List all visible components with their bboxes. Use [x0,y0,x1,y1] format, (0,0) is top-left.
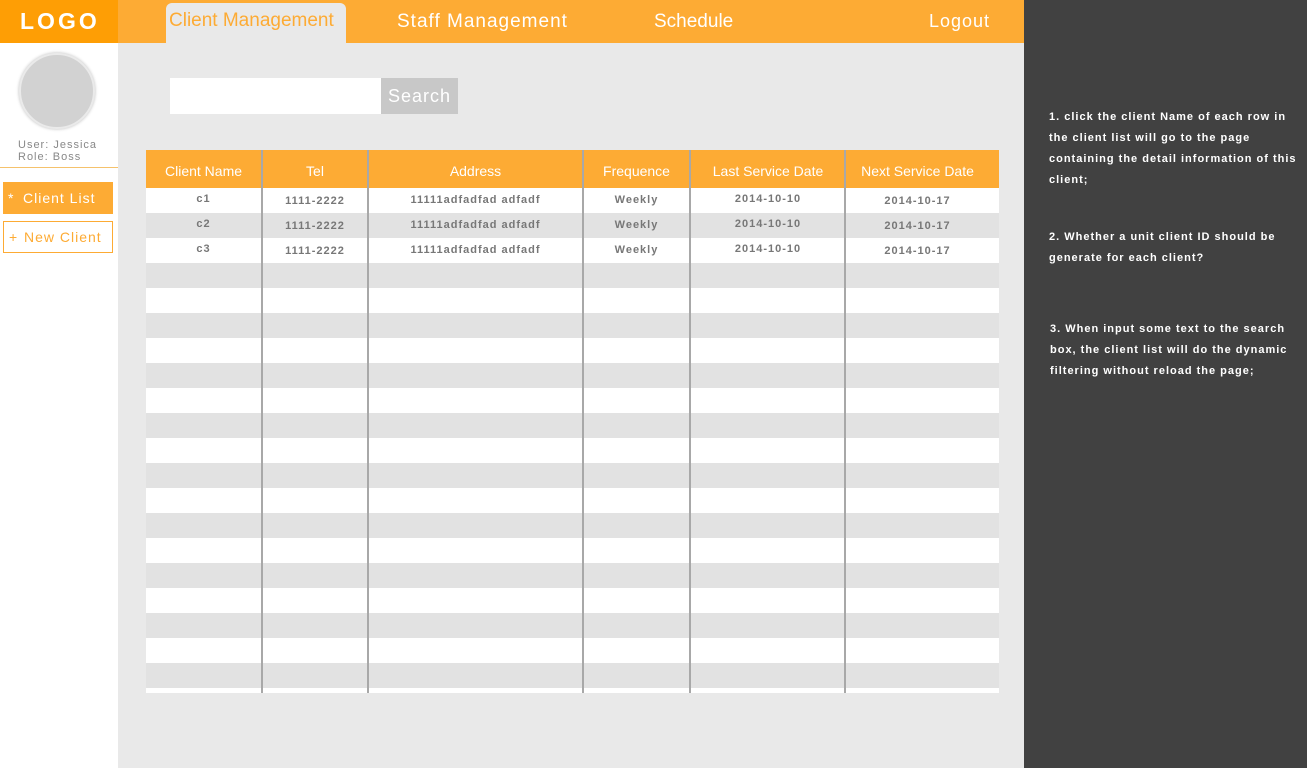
table-cell-last: 2014-10-10 [734,243,802,255]
table-row [146,488,999,513]
table-cell-tel: 1111-2222 [285,195,345,207]
table-cell-tel: 1111-2222 [285,220,345,232]
table-row [146,563,999,588]
header-last-service-date[interactable]: Last Service Date [691,150,845,188]
table-cell-next: 2014-10-17 [884,195,951,207]
header-tel[interactable]: Tel [263,150,367,188]
search-input[interactable] [170,78,381,114]
table-row [146,388,999,413]
table-cell-address: 11111adfadfad adfadf [410,244,541,256]
client-name-link[interactable]: c3 [146,238,261,263]
client-list-button[interactable]: * Client List [3,182,113,214]
notes-panel: 1. click the client Name of each row in … [1024,0,1307,768]
table-row [146,663,999,688]
table-cell-address: 11111adfadfad adfadf [410,194,541,206]
logout-link[interactable]: Logout [929,0,990,43]
header-address[interactable]: Address [369,150,582,188]
table-cell-next: 2014-10-17 [884,220,951,232]
header-client-name[interactable]: Client Name [146,150,261,188]
table-row [146,313,999,338]
table-row[interactable]: c1 1111-2222 11111adfadfad adfadf Weekly 201… [146,188,999,213]
table-row [146,688,999,693]
plus-icon: + [9,229,19,245]
table-cell-last: 2014-10-10 [734,218,802,230]
avatar [19,53,95,129]
tab-schedule[interactable]: Schedule [654,0,733,43]
table-row [146,638,999,663]
table-cell-frequence: Weekly [614,194,659,206]
header-next-service-date[interactable]: Next Service Date [846,150,989,188]
client-list-label: Client List [23,190,96,206]
note-1: 1. click the client Name of each row in … [1049,111,1297,186]
column-divider [367,150,369,693]
table-row [146,613,999,638]
table-row [146,413,999,438]
table-cell-next: 2014-10-17 [884,245,951,257]
asterisk-icon: * [8,190,15,206]
table-row[interactable]: c2 1111-2222 11111adfadfad adfadf Weekly 201… [146,213,999,238]
header-frequence[interactable]: Frequence [584,150,689,188]
column-divider [261,150,263,693]
table-cell-last: 2014-10-10 [734,193,802,205]
table-row [146,263,999,288]
table-row [146,588,999,613]
column-divider [844,150,846,693]
column-divider [689,150,691,693]
top-nav-bar: LOGO Client Management Staff Management … [0,0,1024,43]
table-cell-tel: 1111-2222 [285,245,345,257]
new-client-label: New Client [24,229,102,245]
user-info: User: Jessica Role: Boss [18,139,97,163]
tab-staff-management[interactable]: Staff Management [397,0,568,43]
search-button[interactable]: Search [381,78,458,114]
table-row [146,288,999,313]
table-header: Client Name Tel Address Frequence Last S… [146,150,999,188]
table-row [146,463,999,488]
table-row [146,363,999,388]
note-2: 2. Whether a unit client ID should be ge… [1049,231,1276,264]
table-row [146,538,999,563]
user-name: User: Jessica [18,139,98,151]
table-row [146,513,999,538]
table-row[interactable]: c3 1111-2222 11111adfadfad adfadf Weekly 201… [146,238,999,263]
table-row [146,438,999,463]
table-cell-address: 11111adfadfad adfadf [410,219,541,231]
logo: LOGO [0,0,118,43]
sidebar: User: Jessica Role: Boss * Client List + N… [0,43,118,768]
client-name-link[interactable]: c1 [146,188,261,213]
tab-client-management[interactable]: Client Management [166,3,346,43]
table-cell-frequence: Weekly [614,219,659,231]
sidebar-divider [0,167,118,168]
column-divider [582,150,584,693]
user-role: Role: Boss [18,151,82,163]
new-client-button[interactable]: + New Client [3,221,113,253]
table-cell-frequence: Weekly [614,244,659,256]
table-row [146,338,999,363]
note-3: 3. When input some text to the search bo… [1050,323,1288,377]
client-name-link[interactable]: c2 [146,213,261,238]
